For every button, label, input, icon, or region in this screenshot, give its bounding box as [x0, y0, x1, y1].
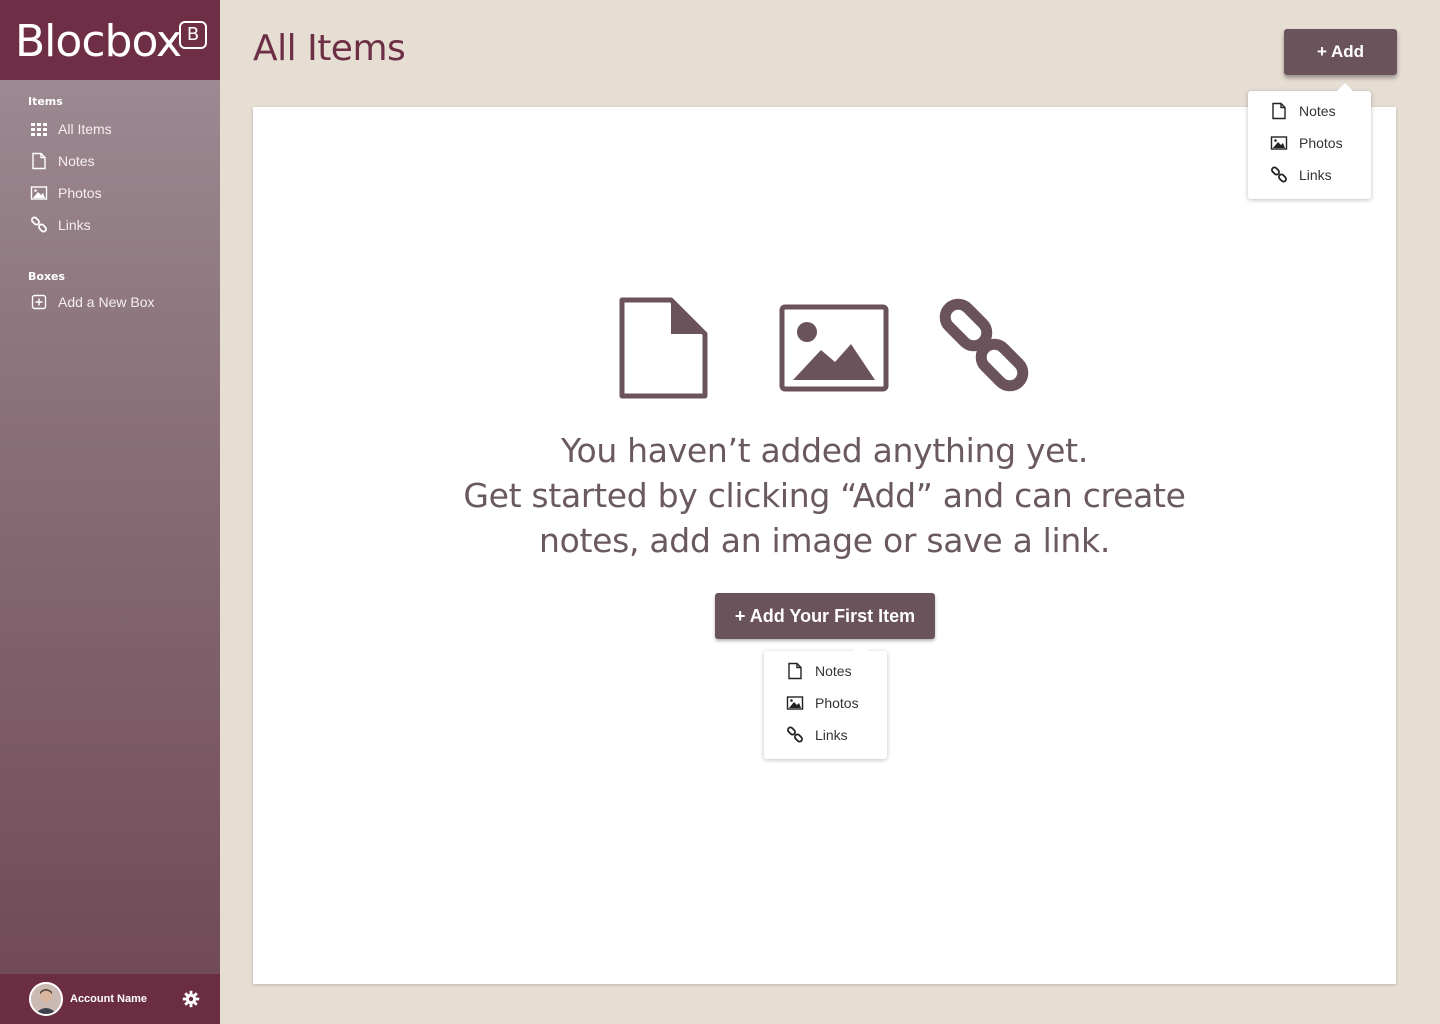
link-icon — [1271, 166, 1287, 183]
page-title: All Items — [253, 28, 406, 69]
grid-icon — [31, 123, 47, 136]
sidebar-item-photos[interactable]: Photos — [30, 181, 102, 205]
add-first-item-button[interactable]: + Add Your First Item — [715, 593, 935, 639]
file-icon — [32, 152, 46, 170]
sidebar-item-label: Add a New Box — [58, 294, 155, 310]
menu-item-label: Notes — [1299, 103, 1336, 119]
menu-item-photos[interactable]: Photos — [1270, 132, 1343, 154]
gear-icon[interactable] — [182, 990, 200, 1008]
sidebar-item-notes[interactable]: Notes — [30, 149, 95, 173]
brand: Blocbox B — [0, 0, 220, 80]
menu-item-label: Photos — [815, 695, 859, 711]
sidebar-item-label: Notes — [58, 153, 95, 169]
sidebar-item-all-items[interactable]: All Items — [30, 117, 112, 141]
menu-item-links[interactable]: Links — [786, 724, 848, 746]
account-bar: Account Name — [0, 974, 220, 1024]
empty-state-line-1: You haven’t added anything yet. — [560, 431, 1089, 470]
menu-item-label: Photos — [1299, 135, 1343, 151]
boxes-section-label: Boxes — [28, 270, 66, 283]
empty-state-message: You haven’t added anything yet. Get star… — [253, 428, 1396, 563]
menu-item-label: Links — [1299, 167, 1332, 183]
file-icon — [619, 297, 708, 399]
plus-square-icon — [31, 294, 47, 310]
add-dropdown-menu: Notes Photos Links — [1248, 83, 1371, 199]
items-section-label: Items — [28, 95, 63, 108]
sidebar-item-add-box[interactable]: Add a New Box — [30, 290, 155, 314]
sidebar-item-label: Photos — [58, 185, 102, 201]
brand-logo[interactable]: Blocbox — [15, 16, 182, 67]
empty-state-line-2: Get started by clicking “Add” and can cr… — [463, 476, 1186, 515]
sidebar-item-links[interactable]: Links — [30, 213, 91, 237]
dropdown-caret — [853, 643, 869, 651]
empty-state-line-3: notes, add an image or save a link. — [538, 521, 1111, 560]
menu-item-label: Notes — [815, 663, 852, 679]
menu-item-photos[interactable]: Photos — [786, 692, 859, 714]
menu-item-notes[interactable]: Notes — [1270, 100, 1336, 122]
link-icon — [31, 216, 47, 233]
menu-item-label: Links — [815, 727, 848, 743]
file-icon — [1272, 102, 1286, 120]
dropdown-caret — [1337, 83, 1353, 91]
image-icon — [1270, 136, 1288, 150]
sidebar-item-label: All Items — [58, 121, 112, 137]
menu-item-notes[interactable]: Notes — [786, 660, 852, 682]
image-icon — [30, 186, 48, 200]
add-button[interactable]: + Add — [1284, 29, 1397, 75]
link-icon — [939, 298, 1029, 392]
image-icon — [786, 696, 804, 710]
link-icon — [787, 726, 803, 743]
account-name[interactable]: Account Name — [70, 993, 147, 1005]
brand-badge-icon: B — [179, 21, 207, 49]
image-icon — [779, 304, 889, 392]
sidebar-item-label: Links — [58, 217, 91, 233]
avatar[interactable] — [29, 982, 63, 1016]
first-item-dropdown-menu: Notes Photos Links — [764, 643, 887, 759]
sidebar: Blocbox B Items All Items Notes Photos L… — [0, 0, 220, 1024]
file-icon — [788, 662, 802, 680]
menu-item-links[interactable]: Links — [1270, 164, 1332, 186]
